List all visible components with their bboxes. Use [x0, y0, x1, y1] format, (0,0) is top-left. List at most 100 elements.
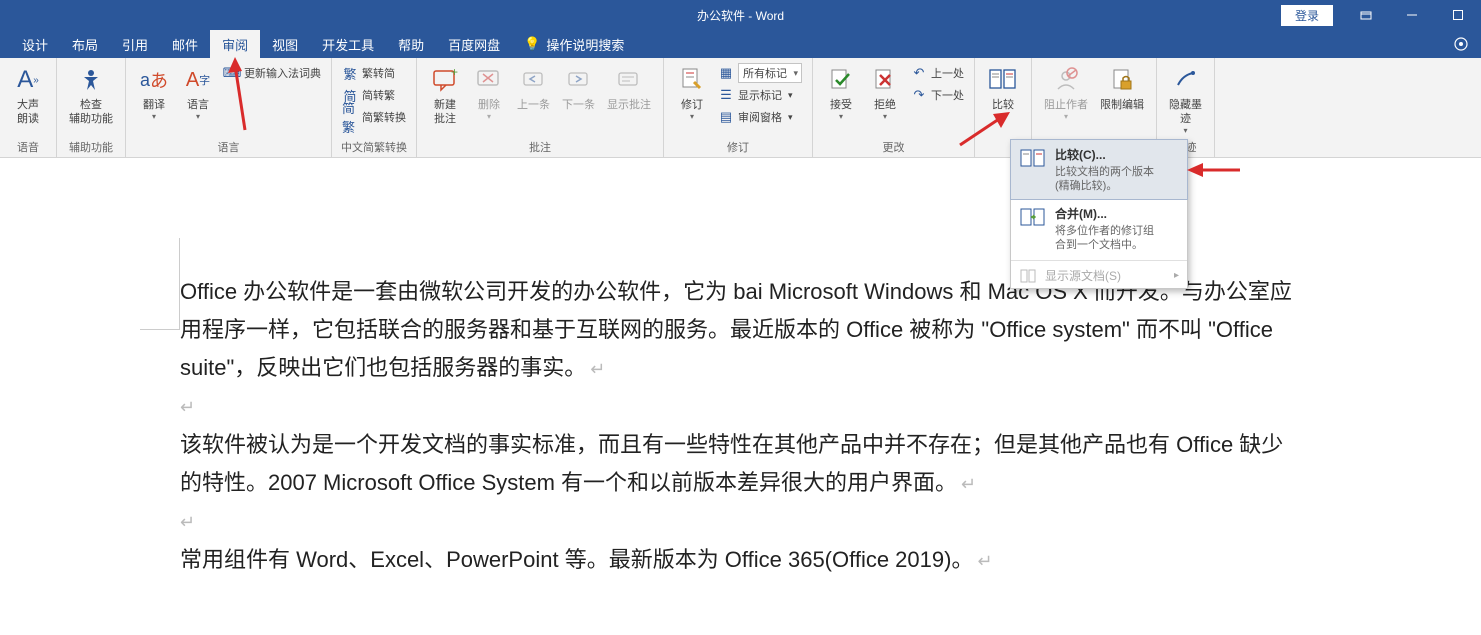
group-tracking: 修订 ▾ ▦ 所有标记 ☰ 显示标记 ▾ ▤ 审阅窗格 ▾ — [664, 58, 813, 157]
group-comments-label: 批注 — [425, 137, 655, 157]
show-markup-icon: ☰ — [718, 87, 734, 103]
login-button[interactable]: 登录 — [1281, 5, 1333, 26]
paragraph-3[interactable]: 常用组件有 Word、Excel、PowerPoint 等。最新版本为 Offi… — [180, 541, 1300, 580]
show-comments-icon — [613, 64, 645, 96]
read-aloud-button[interactable]: A» 大声 朗读 — [8, 62, 48, 128]
group-comments: + 新建 批注 删除 ▾ 上一条 下一条 — [417, 58, 664, 157]
combine-item-desc: 将多位作者的修订组 合到一个文档中。 — [1055, 224, 1154, 252]
paragraph-mark-icon: ↵ — [961, 474, 976, 494]
previous-icon: ↶ — [911, 65, 927, 81]
markup-display-combo[interactable]: ▦ 所有标记 — [716, 62, 804, 84]
next-comment-button[interactable]: 下一条 — [558, 62, 599, 114]
markup-combo-value[interactable]: 所有标记 — [738, 63, 802, 83]
tell-me-search[interactable]: 💡 操作说明搜索 — [512, 30, 636, 58]
simplified-to-traditional[interactable]: 繁 繁转简 — [340, 62, 408, 84]
paragraph-1[interactable]: Office 办公软件是一套由微软公司开发的办公软件，它为 bai Micros… — [180, 273, 1300, 388]
tab-view[interactable]: 视图 — [260, 30, 310, 58]
t2s-label: 简转繁 — [362, 87, 395, 103]
window-title: 办公软件 - Word — [697, 7, 784, 24]
combine-item-title: 合并(M)... — [1055, 205, 1154, 222]
show-markup-button[interactable]: ☰ 显示标记 ▾ — [716, 84, 804, 106]
language-icon: A字 — [182, 64, 214, 96]
check-accessibility-button[interactable]: 检查 辅助功能 — [65, 62, 117, 128]
tab-design[interactable]: 设计 — [10, 30, 60, 58]
show-comments-button[interactable]: 显示批注 — [603, 62, 655, 114]
group-voice: A» 大声 朗读 语音 — [0, 58, 57, 157]
prev-comment-label: 上一条 — [517, 98, 550, 112]
accessibility-icon — [75, 64, 107, 96]
restrict-editing-button[interactable]: 限制编辑 — [1096, 62, 1148, 114]
compare-label: 比较 — [992, 98, 1014, 112]
compare-menu-item[interactable]: 比较(C)... 比较文档的两个版本 (精确比较)。 — [1010, 139, 1188, 200]
track-changes-label: 修订 — [681, 98, 703, 112]
new-comment-button[interactable]: + 新建 批注 — [425, 62, 465, 128]
tab-review[interactable]: 审阅 — [210, 30, 260, 58]
chevron-down-icon: ▾ — [1001, 112, 1005, 121]
new-comment-label: 新建 批注 — [434, 98, 456, 126]
next-change-button[interactable]: ↷ 下一处 — [909, 84, 966, 106]
language-button[interactable]: A字 语言 ▾ — [178, 62, 218, 123]
translate-icon: aあ — [138, 64, 170, 96]
block-authors-button[interactable]: 阻止作者 ▾ — [1040, 62, 1092, 123]
translate-label: 翻译 — [143, 98, 165, 112]
track-changes-button[interactable]: 修订 ▾ — [672, 62, 712, 123]
read-aloud-label: 大声 朗读 — [17, 98, 39, 126]
tab-developer[interactable]: 开发工具 — [310, 30, 386, 58]
delete-comment-icon — [473, 64, 505, 96]
block-authors-label: 阻止作者 — [1044, 98, 1088, 112]
accept-button[interactable]: 接受 ▾ — [821, 62, 861, 123]
reject-button[interactable]: 拒绝 ▾ — [865, 62, 905, 123]
empty-paragraph[interactable]: ↵ — [180, 503, 1300, 541]
document-area[interactable]: Office 办公软件是一套由微软公司开发的办公软件，它为 bai Micros… — [0, 158, 1481, 635]
chevron-down-icon: ▾ — [152, 112, 156, 121]
next-change-label: 下一处 — [931, 87, 964, 103]
tab-layout[interactable]: 布局 — [60, 30, 110, 58]
compare-icon — [987, 64, 1019, 96]
ribbon-tabs: 设计 布局 引用 邮件 审阅 视图 开发工具 帮助 百度网盘 💡 操作说明搜索 — [0, 30, 1481, 58]
accept-label: 接受 — [830, 98, 852, 112]
show-comments-label: 显示批注 — [607, 98, 651, 112]
tell-me-label: 操作说明搜索 — [546, 35, 624, 54]
share-icon[interactable] — [1441, 30, 1481, 58]
prev-comment-button[interactable]: 上一条 — [513, 62, 554, 114]
paragraph-mark-icon: ↵ — [977, 551, 992, 571]
block-authors-icon — [1050, 64, 1082, 96]
paragraph-3-text: 常用组件有 Word、Excel、PowerPoint 等。最新版本为 Offi… — [180, 547, 973, 572]
s2t-icon: 繁 — [342, 65, 358, 81]
reject-icon — [869, 64, 901, 96]
tab-references[interactable]: 引用 — [110, 30, 160, 58]
group-accessibility: 检查 辅助功能 辅助功能 — [57, 58, 126, 157]
compare-button[interactable]: 比较 ▾ — [983, 62, 1023, 123]
combine-menu-icon — [1019, 205, 1047, 233]
delete-comment-button[interactable]: 删除 ▾ — [469, 62, 509, 123]
cjk-convert[interactable]: 简繁 简繁转换 — [340, 106, 408, 128]
empty-paragraph[interactable]: ↵ — [180, 388, 1300, 426]
chevron-down-icon: ▾ — [1064, 112, 1068, 121]
next-icon: ↷ — [911, 87, 927, 103]
translate-button[interactable]: aあ 翻译 ▾ — [134, 62, 174, 123]
tab-baidu[interactable]: 百度网盘 — [436, 30, 512, 58]
group-tracking-label: 修订 — [672, 137, 804, 157]
chevron-down-icon: ▾ — [196, 112, 200, 121]
ink-icon — [1170, 64, 1202, 96]
hide-ink-button[interactable]: 隐藏墨 迹 ▾ — [1165, 62, 1206, 137]
reviewing-pane-button[interactable]: ▤ 审阅窗格 ▾ — [716, 106, 804, 128]
paragraph-2[interactable]: 该软件被认为是一个开发文档的事实标准，而且有一些特性在其他产品中并不存在；但是其… — [180, 426, 1300, 503]
tab-mailings[interactable]: 邮件 — [160, 30, 210, 58]
document-page[interactable]: Office 办公软件是一套由微软公司开发的办公软件，它为 bai Micros… — [140, 273, 1340, 580]
chevron-down-icon: ▾ — [487, 112, 491, 121]
combine-menu-item[interactable]: 合并(M)... 将多位作者的修订组 合到一个文档中。 — [1011, 199, 1187, 258]
compare-menu-icon — [1019, 146, 1047, 174]
s2t-label: 繁转简 — [362, 65, 395, 81]
ribbon-display-options-icon[interactable] — [1343, 0, 1389, 30]
tab-help[interactable]: 帮助 — [386, 30, 436, 58]
update-ime-button[interactable]: ⌨ 更新输入法词典 — [222, 62, 323, 84]
previous-change-button[interactable]: ↶ 上一处 — [909, 62, 966, 84]
chevron-down-icon: ▾ — [839, 112, 843, 121]
show-markup-label: 显示标记 — [738, 87, 782, 103]
titlebar: 办公软件 - Word 登录 — [0, 0, 1481, 30]
check-accessibility-label: 检查 辅助功能 — [69, 98, 113, 126]
minimize-icon[interactable] — [1389, 0, 1435, 30]
update-ime-label: 更新输入法词典 — [244, 65, 321, 81]
maximize-icon[interactable] — [1435, 0, 1481, 30]
